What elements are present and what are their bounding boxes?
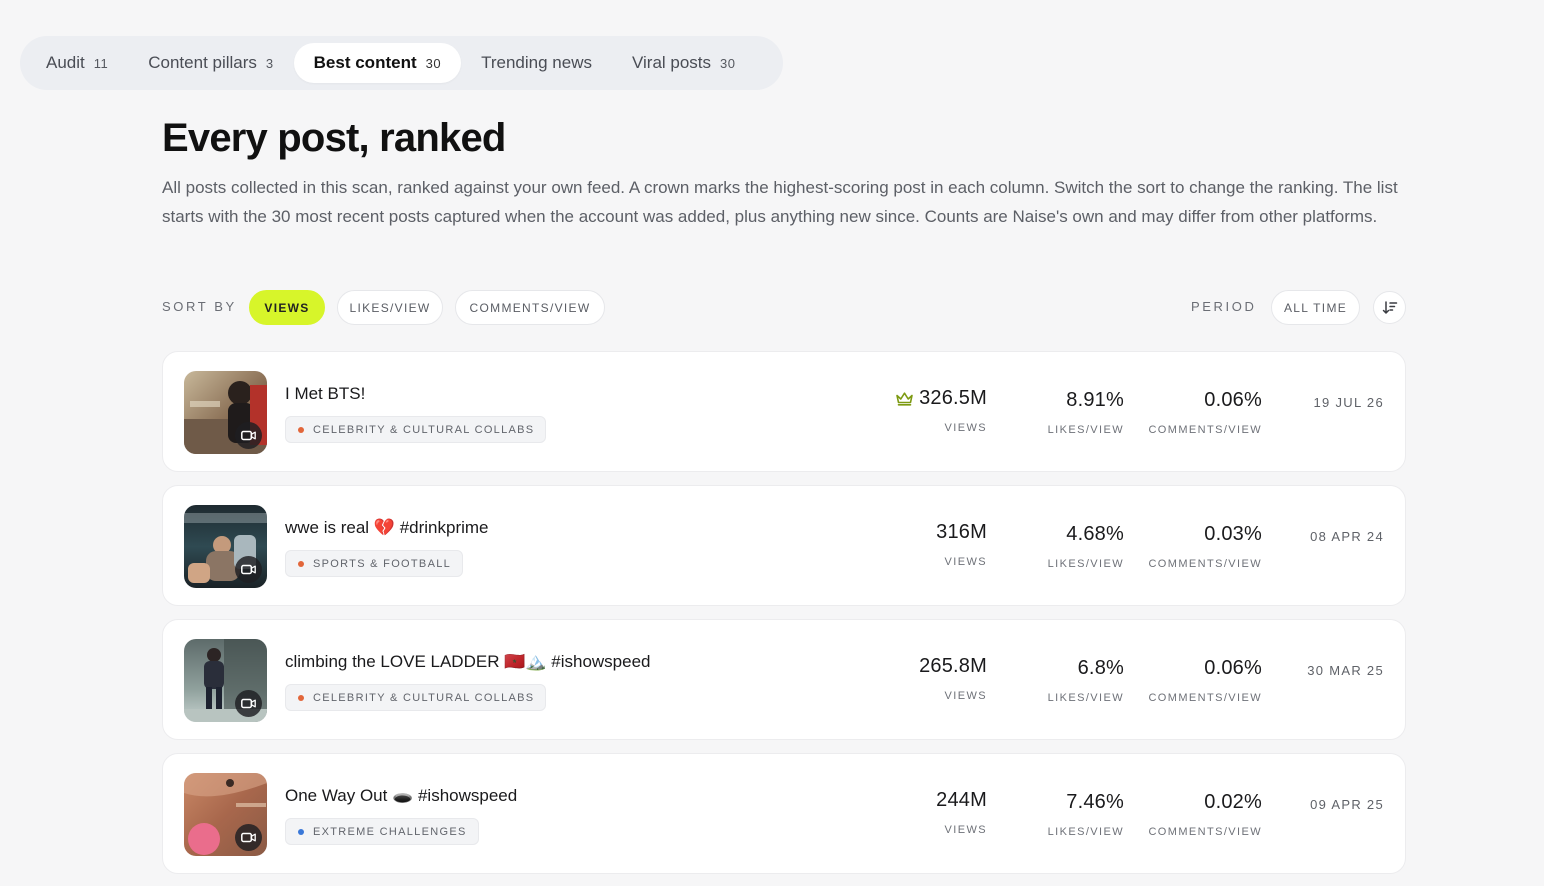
views-label: VIEWS	[944, 556, 987, 568]
sort-option-comments-per-view[interactable]: COMMENTS/VIEW	[455, 290, 605, 325]
tag-color-dot	[298, 426, 304, 433]
post-date: 09 APR 25	[1310, 797, 1384, 812]
tab-label: Content pillars	[148, 53, 257, 72]
likes-per-view-metric: 7.46% LIKES/VIEW	[1048, 791, 1124, 838]
likes-per-view-label: LIKES/VIEW	[1047, 692, 1124, 704]
tab-trending-news[interactable]: Trending news	[461, 43, 612, 83]
tab-count-badge: 11	[93, 55, 109, 71]
views-label: VIEWS	[944, 690, 987, 702]
content-pillar-tag: EXTREME CHALLENGES	[285, 818, 479, 845]
page-title: Every post, ranked	[162, 116, 506, 160]
post-row[interactable]: climbing the LOVE LADDER 🇲🇦🏔️ #ishowspee…	[162, 619, 1406, 740]
tag-color-dot	[298, 828, 304, 835]
post-thumbnail[interactable]	[184, 371, 267, 454]
comments-per-view-value: 0.02%	[1204, 791, 1262, 813]
content-pillar-tag: CELEBRITY & CULTURAL COLLABS	[285, 416, 547, 443]
period-label: PERIOD	[1191, 299, 1257, 314]
comments-per-view-metric: 0.06% COMMENTS/VIEW	[1148, 657, 1262, 704]
likes-per-view-metric: 6.8% LIKES/VIEW	[1048, 657, 1124, 704]
tag-color-dot	[298, 560, 304, 567]
comments-per-view-value: 0.03%	[1204, 523, 1262, 545]
views-metric: 326.5M VIEWS	[895, 387, 987, 434]
tab-audit[interactable]: Audit 11	[26, 43, 128, 83]
comments-per-view-value: 0.06%	[1204, 389, 1262, 411]
tab-viral-posts[interactable]: Viral posts 30	[612, 43, 756, 83]
page-description: All posts collected in this scan, ranked…	[162, 178, 1398, 226]
likes-per-view-label: LIKES/VIEW	[1047, 826, 1124, 838]
likes-per-view-label: LIKES/VIEW	[1047, 424, 1124, 436]
comments-per-view-label: COMMENTS/VIEW	[1148, 692, 1262, 704]
views-value: 326.5M	[919, 387, 987, 409]
tab-best-content[interactable]: Best content 30	[293, 43, 462, 83]
tab-content-pillars[interactable]: Content pillars 3	[128, 43, 293, 83]
likes-per-view-label: LIKES/VIEW	[1047, 558, 1124, 570]
likes-per-view-value: 8.91%	[1066, 389, 1124, 411]
post-date: 08 APR 24	[1310, 529, 1384, 544]
tab-label: Best content	[313, 53, 417, 72]
content-pillar-tag: CELEBRITY & CULTURAL COLLABS	[285, 684, 547, 711]
likes-per-view-metric: 4.68% LIKES/VIEW	[1048, 523, 1124, 570]
video-camera-icon	[235, 824, 262, 851]
tag-label: CELEBRITY & CULTURAL COLLABS	[313, 691, 535, 704]
views-metric: 316M VIEWS	[936, 521, 987, 568]
comments-per-view-metric: 0.02% COMMENTS/VIEW	[1148, 791, 1262, 838]
post-title[interactable]: I Met BTS!	[285, 384, 365, 404]
sort-option-likes-per-view[interactable]: LIKES/VIEW	[337, 290, 443, 325]
video-camera-icon	[235, 556, 262, 583]
sort-option-views[interactable]: VIEWS	[249, 290, 325, 325]
likes-per-view-value: 7.46%	[1066, 791, 1124, 813]
post-thumbnail[interactable]	[184, 773, 267, 856]
tag-label: CELEBRITY & CULTURAL COLLABS	[313, 423, 535, 436]
comments-per-view-label: COMMENTS/VIEW	[1148, 826, 1262, 838]
comments-per-view-label: COMMENTS/VIEW	[1148, 424, 1262, 436]
tag-label: SPORTS & FOOTBALL	[313, 557, 452, 570]
comments-per-view-metric: 0.06% COMMENTS/VIEW	[1148, 389, 1262, 436]
post-row[interactable]: wwe is real 💔 #drinkprime SPORTS & FOOTB…	[162, 485, 1406, 606]
tag-label: EXTREME CHALLENGES	[313, 825, 467, 838]
sort-direction-button[interactable]	[1373, 291, 1406, 324]
views-value: 316M	[936, 521, 987, 543]
crown-icon	[896, 392, 913, 406]
views-label: VIEWS	[944, 824, 987, 836]
tab-label: Audit	[46, 53, 85, 72]
tab-count-badge: 30	[720, 55, 736, 71]
post-row[interactable]: I Met BTS! CELEBRITY & CULTURAL COLLABS …	[162, 351, 1406, 472]
views-label: VIEWS	[944, 422, 987, 434]
comments-per-view-value: 0.06%	[1204, 657, 1262, 679]
views-value: 244M	[936, 789, 987, 811]
sort-by-label: SORT BY	[162, 299, 237, 314]
post-date: 30 MAR 25	[1307, 663, 1384, 678]
views-metric: 244M VIEWS	[936, 789, 987, 836]
ranked-post-list: I Met BTS! CELEBRITY & CULTURAL COLLABS …	[162, 351, 1406, 886]
tab-label: Viral posts	[631, 53, 712, 72]
post-date: 19 JUL 26	[1313, 395, 1384, 410]
likes-per-view-value: 6.8%	[1077, 657, 1124, 679]
tag-color-dot	[298, 694, 304, 701]
tab-label: Trending news	[481, 53, 592, 72]
comments-per-view-label: COMMENTS/VIEW	[1148, 558, 1262, 570]
views-value: 265.8M	[919, 655, 987, 677]
likes-per-view-value: 4.68%	[1066, 523, 1124, 545]
section-tabs: Audit 11 Content pillars 3 Best content …	[20, 36, 783, 90]
likes-per-view-metric: 8.91% LIKES/VIEW	[1048, 389, 1124, 436]
post-thumbnail[interactable]	[184, 639, 267, 722]
content-pillar-tag: SPORTS & FOOTBALL	[285, 550, 464, 577]
period-select[interactable]: ALL TIME	[1271, 290, 1360, 325]
post-thumbnail[interactable]	[184, 505, 267, 588]
views-metric: 265.8M VIEWS	[919, 655, 987, 702]
tab-count-badge: 3	[265, 55, 274, 71]
tab-count-badge: 30	[425, 55, 442, 71]
sort-descending-icon	[1382, 300, 1397, 314]
post-title[interactable]: climbing the LOVE LADDER 🇲🇦🏔️ #ishowspee…	[285, 652, 651, 672]
post-title[interactable]: One Way Out 🕳️ #ishowspeed	[285, 786, 517, 806]
post-title[interactable]: wwe is real 💔 #drinkprime	[285, 518, 489, 538]
video-camera-icon	[235, 422, 262, 449]
video-camera-icon	[235, 690, 262, 717]
comments-per-view-metric: 0.03% COMMENTS/VIEW	[1148, 523, 1262, 570]
post-row[interactable]: One Way Out 🕳️ #ishowspeed EXTREME CHALL…	[162, 753, 1406, 874]
